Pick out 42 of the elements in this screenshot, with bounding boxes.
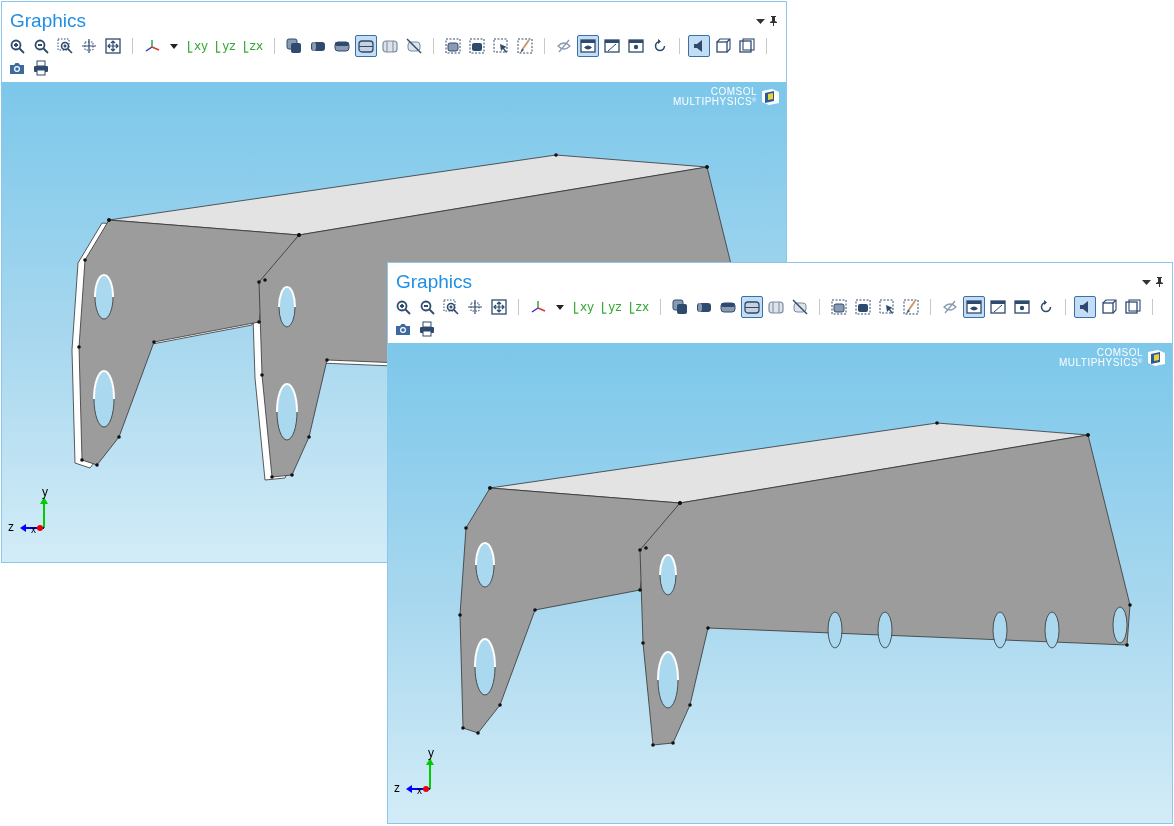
window-title: Graphics bbox=[396, 271, 474, 293]
caret-icon[interactable] bbox=[756, 16, 765, 26]
axis-view-button[interactable]: zx bbox=[626, 296, 652, 318]
axis-triad-icon bbox=[406, 758, 434, 793]
axis-corner-icon bbox=[574, 300, 579, 314]
axis-label: z bbox=[8, 520, 14, 534]
axis-view-button[interactable]: xy bbox=[185, 35, 212, 57]
axis-corner-icon bbox=[188, 39, 193, 53]
axis-label: y bbox=[42, 488, 48, 499]
window-eye-icon[interactable] bbox=[963, 296, 985, 318]
logo-text: COMSOL bbox=[710, 87, 757, 97]
caret-icon[interactable] bbox=[1142, 277, 1151, 287]
axis-corner-icon bbox=[602, 300, 608, 314]
axis-label: z bbox=[394, 781, 400, 795]
selection-box-icon[interactable] bbox=[828, 296, 850, 318]
axis-view-button[interactable]: yz bbox=[213, 35, 239, 57]
logo-text: COMSOL bbox=[1096, 348, 1143, 358]
axis-view-button[interactable]: zx bbox=[240, 35, 266, 57]
axis-corner-icon bbox=[629, 300, 635, 314]
logo-text: MULTIPHYSICS bbox=[1058, 358, 1139, 368]
axis-label: x bbox=[31, 524, 36, 535]
framed-cylinder-icon[interactable] bbox=[741, 296, 763, 318]
axis-corner-icon bbox=[243, 39, 249, 53]
axis-triad-icon bbox=[20, 497, 48, 532]
zoom-extents-icon[interactable] bbox=[488, 296, 510, 318]
axis-view-button[interactable]: yz bbox=[599, 296, 625, 318]
zoom-extents-icon[interactable] bbox=[102, 35, 124, 57]
pin-icon[interactable] bbox=[769, 16, 778, 26]
selection-box-icon[interactable] bbox=[852, 296, 874, 318]
logo-text: MULTIPHYSICS bbox=[672, 97, 753, 107]
pin-icon[interactable] bbox=[1155, 277, 1164, 287]
logo-icon bbox=[760, 88, 780, 106]
framed-cylinder-icon[interactable] bbox=[355, 35, 377, 57]
axis-label: y bbox=[428, 749, 434, 760]
axis-view-button[interactable]: xy bbox=[571, 296, 598, 318]
axis-label: x bbox=[417, 785, 422, 796]
selection-box-icon[interactable] bbox=[466, 35, 488, 57]
logo-icon bbox=[1146, 349, 1166, 367]
axis-corner-icon bbox=[216, 39, 222, 53]
window-title: Graphics bbox=[10, 10, 88, 32]
window-eye-icon[interactable] bbox=[577, 35, 599, 57]
selection-box-icon[interactable] bbox=[442, 35, 464, 57]
